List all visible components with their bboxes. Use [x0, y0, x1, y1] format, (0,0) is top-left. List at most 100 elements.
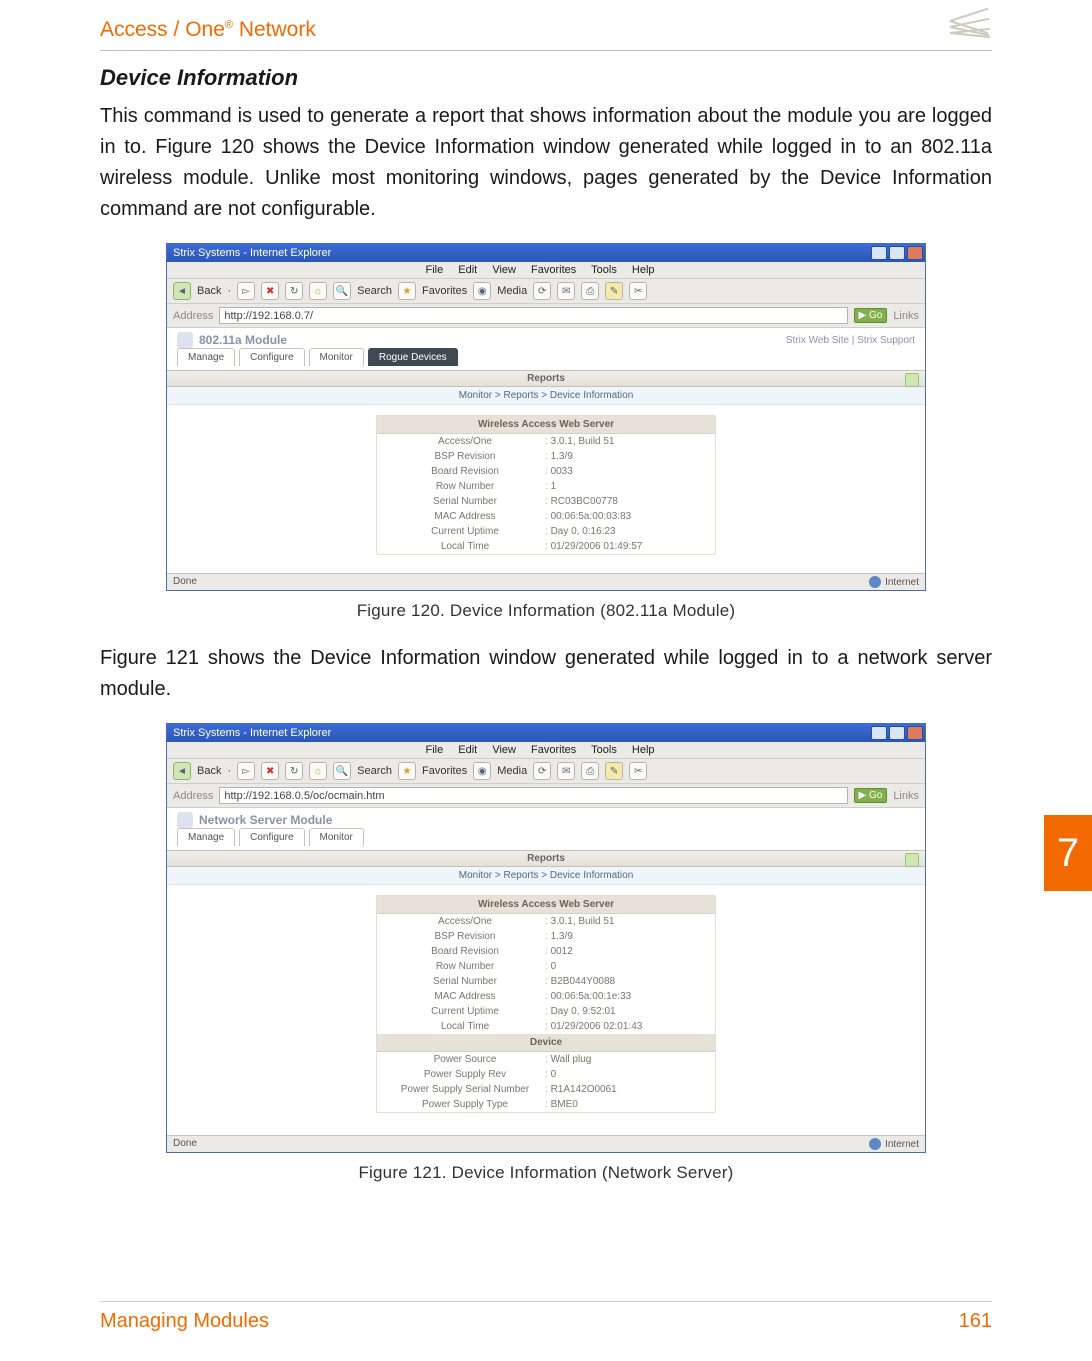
menu-view[interactable]: View — [492, 264, 516, 276]
forward-icon[interactable]: ▻ — [237, 282, 255, 300]
detail-row: Local Time01/29/2006 01:49:57 — [377, 539, 715, 554]
internet-zone-icon — [869, 1138, 881, 1150]
refresh-button-icon[interactable] — [905, 373, 919, 387]
favorites-icon[interactable]: ★ — [398, 282, 416, 300]
menu-favorites[interactable]: Favorites — [531, 744, 576, 756]
menu-bar[interactable]: File Edit View Favorites Tools Help — [167, 742, 925, 758]
search-icon[interactable]: 🔍 — [333, 282, 351, 300]
brand-mark-icon — [948, 18, 992, 44]
home-icon[interactable]: ⌂ — [309, 762, 327, 780]
search-label[interactable]: Search — [357, 765, 392, 777]
tab-configure[interactable]: Configure — [239, 828, 304, 846]
menu-edit[interactable]: Edit — [458, 744, 477, 756]
window-controls[interactable] — [871, 726, 923, 740]
back-icon[interactable]: ◄ — [173, 282, 191, 300]
paragraph-2: Figure 121 shows the Device Information … — [100, 643, 992, 705]
detail-row: Row Number1 — [377, 479, 715, 494]
menu-help[interactable]: Help — [632, 744, 655, 756]
menu-help[interactable]: Help — [632, 264, 655, 276]
section-heading: Device Information — [100, 65, 992, 91]
back-icon[interactable]: ◄ — [173, 762, 191, 780]
detail-value: B2B044Y0088 — [545, 976, 615, 987]
edit-icon[interactable]: ✎ — [605, 762, 623, 780]
minimize-icon[interactable] — [871, 726, 887, 740]
detail-value: 0033 — [545, 466, 573, 477]
detail-row: Local Time01/29/2006 02:01:43 — [377, 1019, 715, 1034]
favorites-label[interactable]: Favorites — [422, 765, 467, 777]
detail-row: Serial NumberRC03BC00778 — [377, 494, 715, 509]
detail-row: Board Revision0012 — [377, 944, 715, 959]
detail-row: Power Supply Serial NumberR1A142O0061 — [377, 1082, 715, 1097]
links-label[interactable]: Links — [893, 790, 919, 802]
window-controls[interactable] — [871, 246, 923, 260]
forward-icon[interactable]: ▻ — [237, 762, 255, 780]
close-icon[interactable] — [907, 246, 923, 260]
home-icon[interactable]: ⌂ — [309, 282, 327, 300]
menu-view[interactable]: View — [492, 744, 516, 756]
search-label[interactable]: Search — [357, 285, 392, 297]
tab-configure[interactable]: Configure — [239, 348, 304, 366]
address-input[interactable]: http://192.168.0.5/oc/ocmain.htm — [219, 787, 847, 804]
tab-monitor[interactable]: Monitor — [309, 828, 364, 846]
header-reg: ® — [225, 19, 233, 31]
search-icon[interactable]: 🔍 — [333, 762, 351, 780]
history-icon[interactable]: ⟳ — [533, 282, 551, 300]
tab-manage[interactable]: Manage — [177, 348, 235, 366]
module-top-links[interactable]: Strix Web Site | Strix Support — [786, 335, 915, 346]
media-icon[interactable]: ◉ — [473, 762, 491, 780]
menu-file[interactable]: File — [425, 264, 443, 276]
tab-monitor[interactable]: Monitor — [309, 348, 364, 366]
favorites-label[interactable]: Favorites — [422, 285, 467, 297]
figure-120-caption: Figure 120. Device Information (802.11a … — [100, 601, 992, 621]
stop-icon[interactable]: ✖ — [261, 282, 279, 300]
minimize-icon[interactable] — [871, 246, 887, 260]
menu-bar[interactable]: File Edit View Favorites Tools Help — [167, 262, 925, 278]
refresh-icon[interactable]: ↻ — [285, 762, 303, 780]
maximize-icon[interactable] — [889, 246, 905, 260]
go-button[interactable]: ▶ Go — [854, 308, 888, 323]
favorites-icon[interactable]: ★ — [398, 762, 416, 780]
tab-rogue-devices[interactable]: Rogue Devices — [368, 348, 458, 366]
detail-value: 01/29/2006 01:49:57 — [545, 541, 642, 552]
back-label[interactable]: Back — [197, 285, 221, 297]
mail-icon[interactable]: ✉ — [557, 282, 575, 300]
refresh-icon[interactable]: ↻ — [285, 282, 303, 300]
go-button[interactable]: ▶ Go — [854, 788, 888, 803]
refresh-button-icon[interactable] — [905, 853, 919, 867]
back-label[interactable]: Back — [197, 765, 221, 777]
detail-value: BME0 — [545, 1099, 578, 1110]
close-icon[interactable] — [907, 726, 923, 740]
cut-icon[interactable]: ✂ — [629, 282, 647, 300]
figure-120-screenshot: Strix Systems - Internet Explorer File E… — [166, 243, 926, 591]
stop-icon[interactable]: ✖ — [261, 762, 279, 780]
menu-file[interactable]: File — [425, 744, 443, 756]
detail-key: Power Supply Serial Number — [385, 1084, 545, 1095]
menu-favorites[interactable]: Favorites — [531, 264, 576, 276]
menu-edit[interactable]: Edit — [458, 264, 477, 276]
tab-manage[interactable]: Manage — [177, 828, 235, 846]
detail-key: Board Revision — [385, 946, 545, 957]
media-label[interactable]: Media — [497, 285, 527, 297]
detail-key: MAC Address — [385, 511, 545, 522]
edit-icon[interactable]: ✎ — [605, 282, 623, 300]
print-icon[interactable]: ⎙ — [581, 762, 599, 780]
toolbar-sep: · — [227, 765, 231, 777]
menu-tools[interactable]: Tools — [591, 264, 617, 276]
maximize-icon[interactable] — [889, 726, 905, 740]
detail-row: MAC Address00:06:5a:00:1e:33 — [377, 989, 715, 1004]
detail-value: 3.0.1, Build 51 — [545, 436, 615, 447]
detail-value: 3.0.1, Build 51 — [545, 916, 615, 927]
print-icon[interactable]: ⎙ — [581, 282, 599, 300]
history-icon[interactable]: ⟳ — [533, 762, 551, 780]
media-label[interactable]: Media — [497, 765, 527, 777]
menu-tools[interactable]: Tools — [591, 744, 617, 756]
links-label[interactable]: Links — [893, 310, 919, 322]
detail-key: Access/One — [385, 436, 545, 447]
address-input[interactable]: http://192.168.0.7/ — [219, 307, 847, 324]
address-bar: Address http://192.168.0.5/oc/ocmain.htm… — [167, 784, 925, 808]
media-icon[interactable]: ◉ — [473, 282, 491, 300]
detail-value: 1 — [545, 481, 556, 492]
mail-icon[interactable]: ✉ — [557, 762, 575, 780]
detail-row: Row Number0 — [377, 959, 715, 974]
cut-icon[interactable]: ✂ — [629, 762, 647, 780]
